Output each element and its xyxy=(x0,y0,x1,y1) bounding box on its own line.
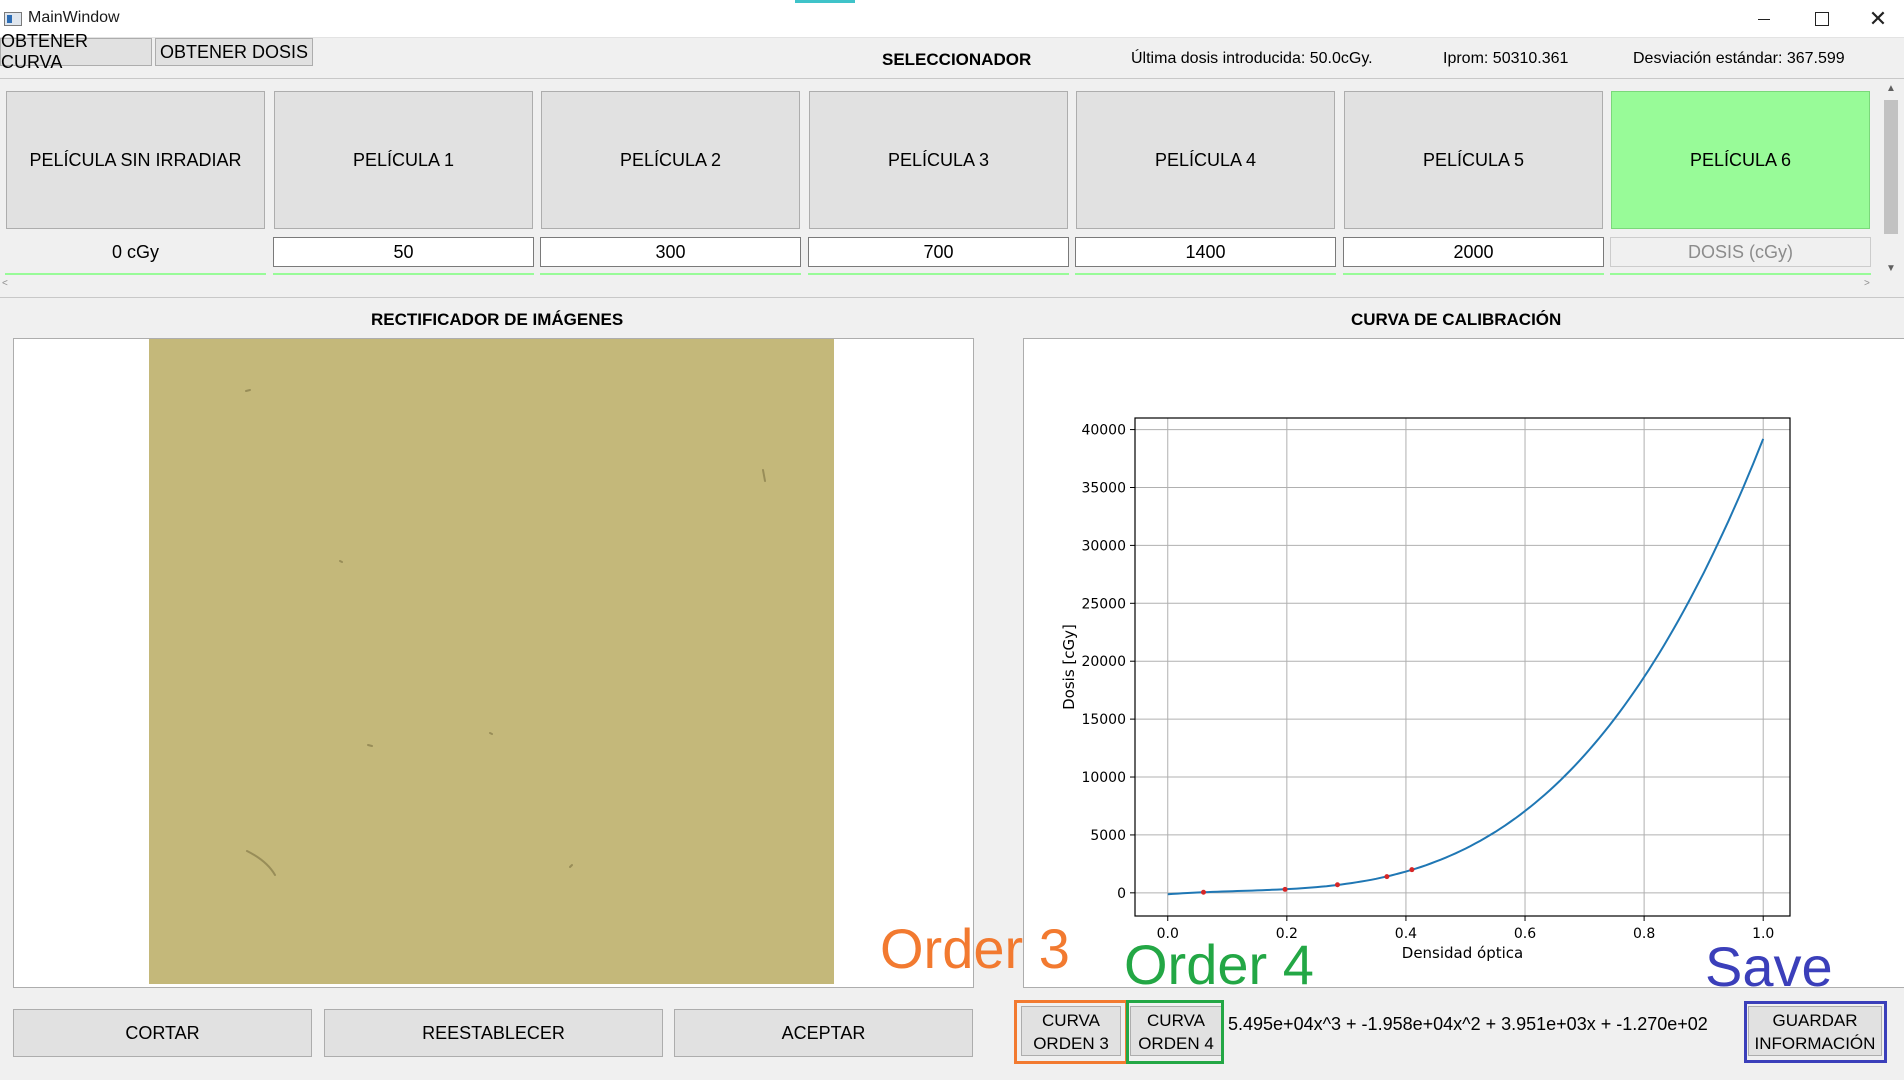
title-accent xyxy=(795,0,855,3)
y-tick-label: 40000 xyxy=(1081,423,1126,439)
data-point xyxy=(1384,874,1390,880)
film-button-3[interactable]: PELÍCULA 3 xyxy=(809,91,1068,229)
film-button-1[interactable]: PELÍCULA 1 xyxy=(274,91,533,229)
last-dose-label: Última dosis introducida: 50.0cGy. xyxy=(1131,50,1373,67)
chevron-down-icon[interactable]: ▼ xyxy=(1880,260,1902,276)
y-tick-label: 15000 xyxy=(1081,712,1126,728)
film-button-2[interactable]: PELÍCULA 2 xyxy=(541,91,800,229)
indicator-line xyxy=(1343,273,1604,275)
dose-input-5[interactable]: 2000 xyxy=(1343,237,1604,267)
x-tick-label: 0.6 xyxy=(1514,926,1536,942)
film-image[interactable] xyxy=(149,339,834,984)
vertical-scrollbar[interactable]: ▲ ▼ xyxy=(1880,80,1902,276)
plot-frame xyxy=(1134,417,1791,917)
save-annotation: Save xyxy=(1705,935,1833,998)
order3-annotation: Order 3 xyxy=(880,917,1070,980)
chevron-right-icon[interactable]: > xyxy=(1864,278,1870,289)
film-scratch xyxy=(762,469,766,482)
order3-highlight-box xyxy=(1014,1000,1128,1064)
y-tick-label: 30000 xyxy=(1081,538,1126,554)
film-button-6[interactable]: PELÍCULA 6 xyxy=(1611,91,1870,229)
curve-title: CURVA DE CALIBRACIÓN xyxy=(1351,310,1562,329)
y-tick-label: 35000 xyxy=(1081,480,1126,496)
horizontal-scrollbar[interactable]: < > xyxy=(0,278,1880,296)
indicator-line xyxy=(273,273,534,275)
x-tick-label: 0.4 xyxy=(1395,926,1417,942)
dose-label-unirradiated: 0 cGy xyxy=(111,241,159,262)
app-icon xyxy=(4,12,22,26)
film-scratch xyxy=(245,389,251,392)
y-axis-label: Dosis [cGy] xyxy=(1060,624,1078,710)
chevron-left-icon[interactable]: < xyxy=(2,278,8,289)
indicator-line xyxy=(1610,273,1871,275)
fit-curve-line xyxy=(1167,438,1765,896)
aceptar-button[interactable]: ACEPTAR xyxy=(674,1009,973,1057)
cortar-button[interactable]: CORTAR xyxy=(13,1009,312,1057)
data-point xyxy=(1200,889,1206,895)
y-tick-label: 20000 xyxy=(1081,654,1126,670)
close-icon[interactable]: ✕ xyxy=(1850,0,1904,38)
film-scratch xyxy=(489,732,493,735)
chevron-up-icon[interactable]: ▲ xyxy=(1880,80,1902,96)
data-point xyxy=(1282,886,1288,892)
iprom-label: Iprom: 50310.361 xyxy=(1443,50,1569,67)
film-button-5[interactable]: PELÍCULA 5 xyxy=(1344,91,1603,229)
dose-input-1[interactable]: 50 xyxy=(273,237,534,267)
rectifier-title: RECTIFICADOR DE IMÁGENES xyxy=(371,310,624,329)
tab-obtener-dosis[interactable]: OBTENER DOSIS xyxy=(155,38,313,66)
order4-annotation: Order 4 xyxy=(1124,933,1314,996)
film-button-4[interactable]: PELÍCULA 4 xyxy=(1076,91,1335,229)
reestablecer-button[interactable]: REESTABLECER xyxy=(324,1009,663,1057)
dose-input-2[interactable]: 300 xyxy=(540,237,801,267)
x-axis-label: Densidad óptica xyxy=(1402,944,1523,962)
calibration-chart: 0.0 0.2 0.4 0.6 0.8 1.00500010000150002000025… xyxy=(1060,417,1791,962)
film-button-unirradiated[interactable]: PELÍCULA SIN IRRADIAR xyxy=(6,91,265,229)
y-tick-label: 25000 xyxy=(1081,596,1126,612)
maximize-icon[interactable] xyxy=(1794,0,1850,38)
film-scratch xyxy=(569,864,573,868)
save-highlight-box xyxy=(1744,1001,1887,1063)
std-dev-label: Desviación estándar: 367.599 xyxy=(1633,50,1845,67)
fit-equation: 5.495e+04x^3 + -1.958e+04x^2 + 3.951e+03… xyxy=(1228,1014,1708,1034)
selector-title: SELECCIONADOR xyxy=(882,50,1032,69)
y-tick-label: 10000 xyxy=(1081,770,1126,786)
indicator-line xyxy=(808,273,1069,275)
dose-input-6[interactable]: DOSIS (cGy) xyxy=(1610,237,1871,267)
tab-obtener-curva[interactable]: OBTENER CURVA xyxy=(0,31,152,72)
film-scratch xyxy=(339,560,343,563)
indicator-line xyxy=(1075,273,1336,275)
order4-highlight-box xyxy=(1126,1000,1224,1064)
film-scratch xyxy=(246,850,276,876)
window-title: MainWindow xyxy=(28,9,120,26)
film-image-texture xyxy=(245,389,766,876)
indicator-line xyxy=(540,273,801,275)
title-bar xyxy=(0,0,1904,38)
y-tick-label: 0 xyxy=(1117,886,1126,902)
dose-input-4[interactable]: 1400 xyxy=(1075,237,1336,267)
data-point xyxy=(1409,867,1415,873)
minimize-icon[interactable] xyxy=(1736,0,1792,38)
indicator-line xyxy=(5,273,266,275)
y-tick-label: 5000 xyxy=(1090,828,1126,844)
scrollbar-thumb[interactable] xyxy=(1884,100,1898,234)
film-scratch xyxy=(367,744,373,747)
data-point xyxy=(1334,882,1340,888)
dose-input-3[interactable]: 700 xyxy=(808,237,1069,267)
x-tick-label: 0.8 xyxy=(1633,926,1655,942)
